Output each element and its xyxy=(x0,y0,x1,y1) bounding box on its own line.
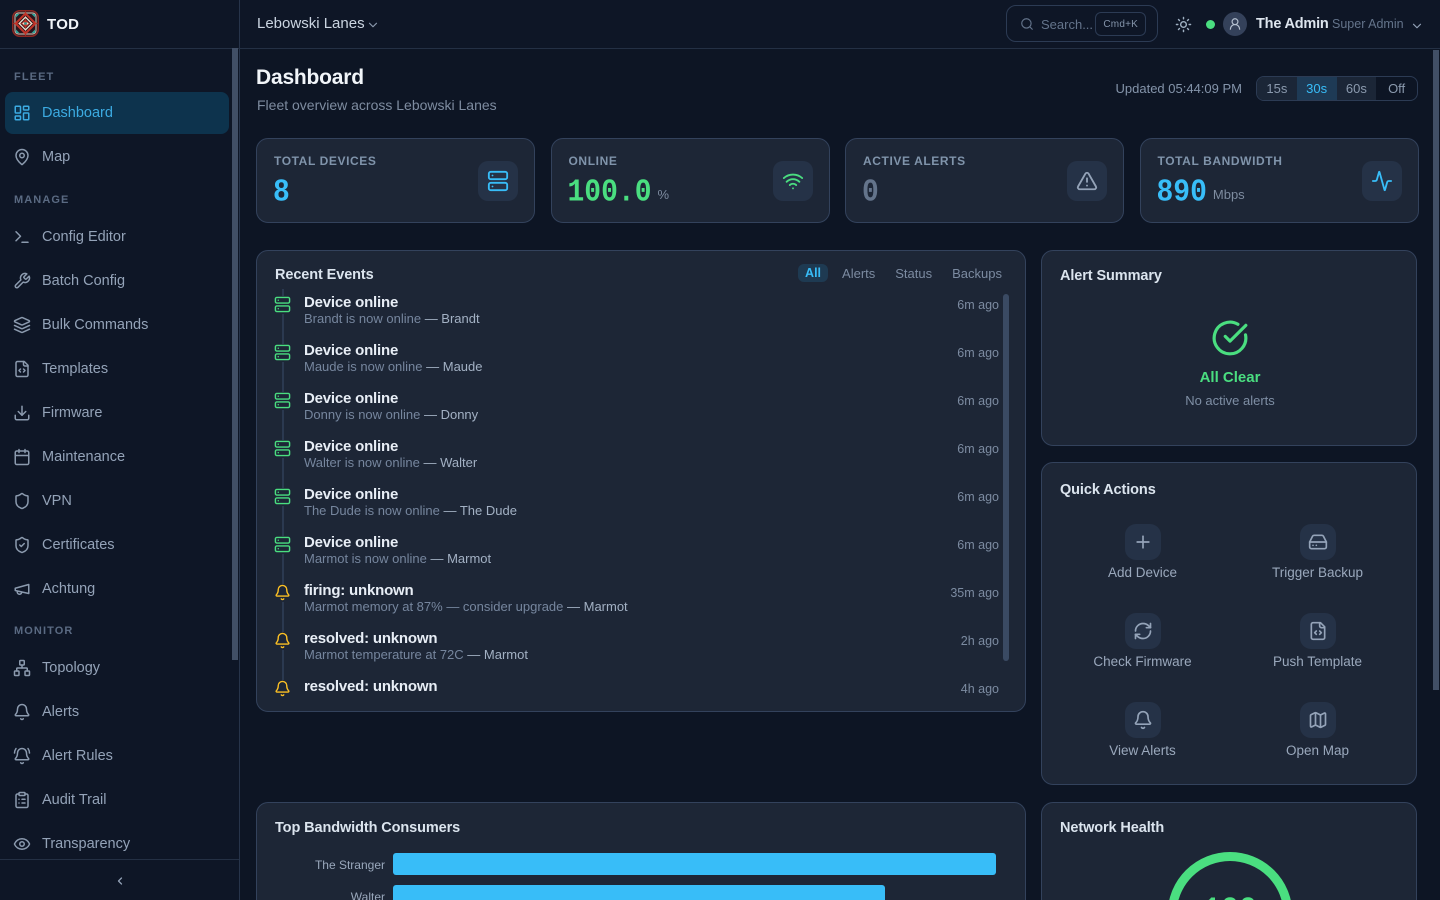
svg-text:100: 100 xyxy=(1203,893,1257,900)
